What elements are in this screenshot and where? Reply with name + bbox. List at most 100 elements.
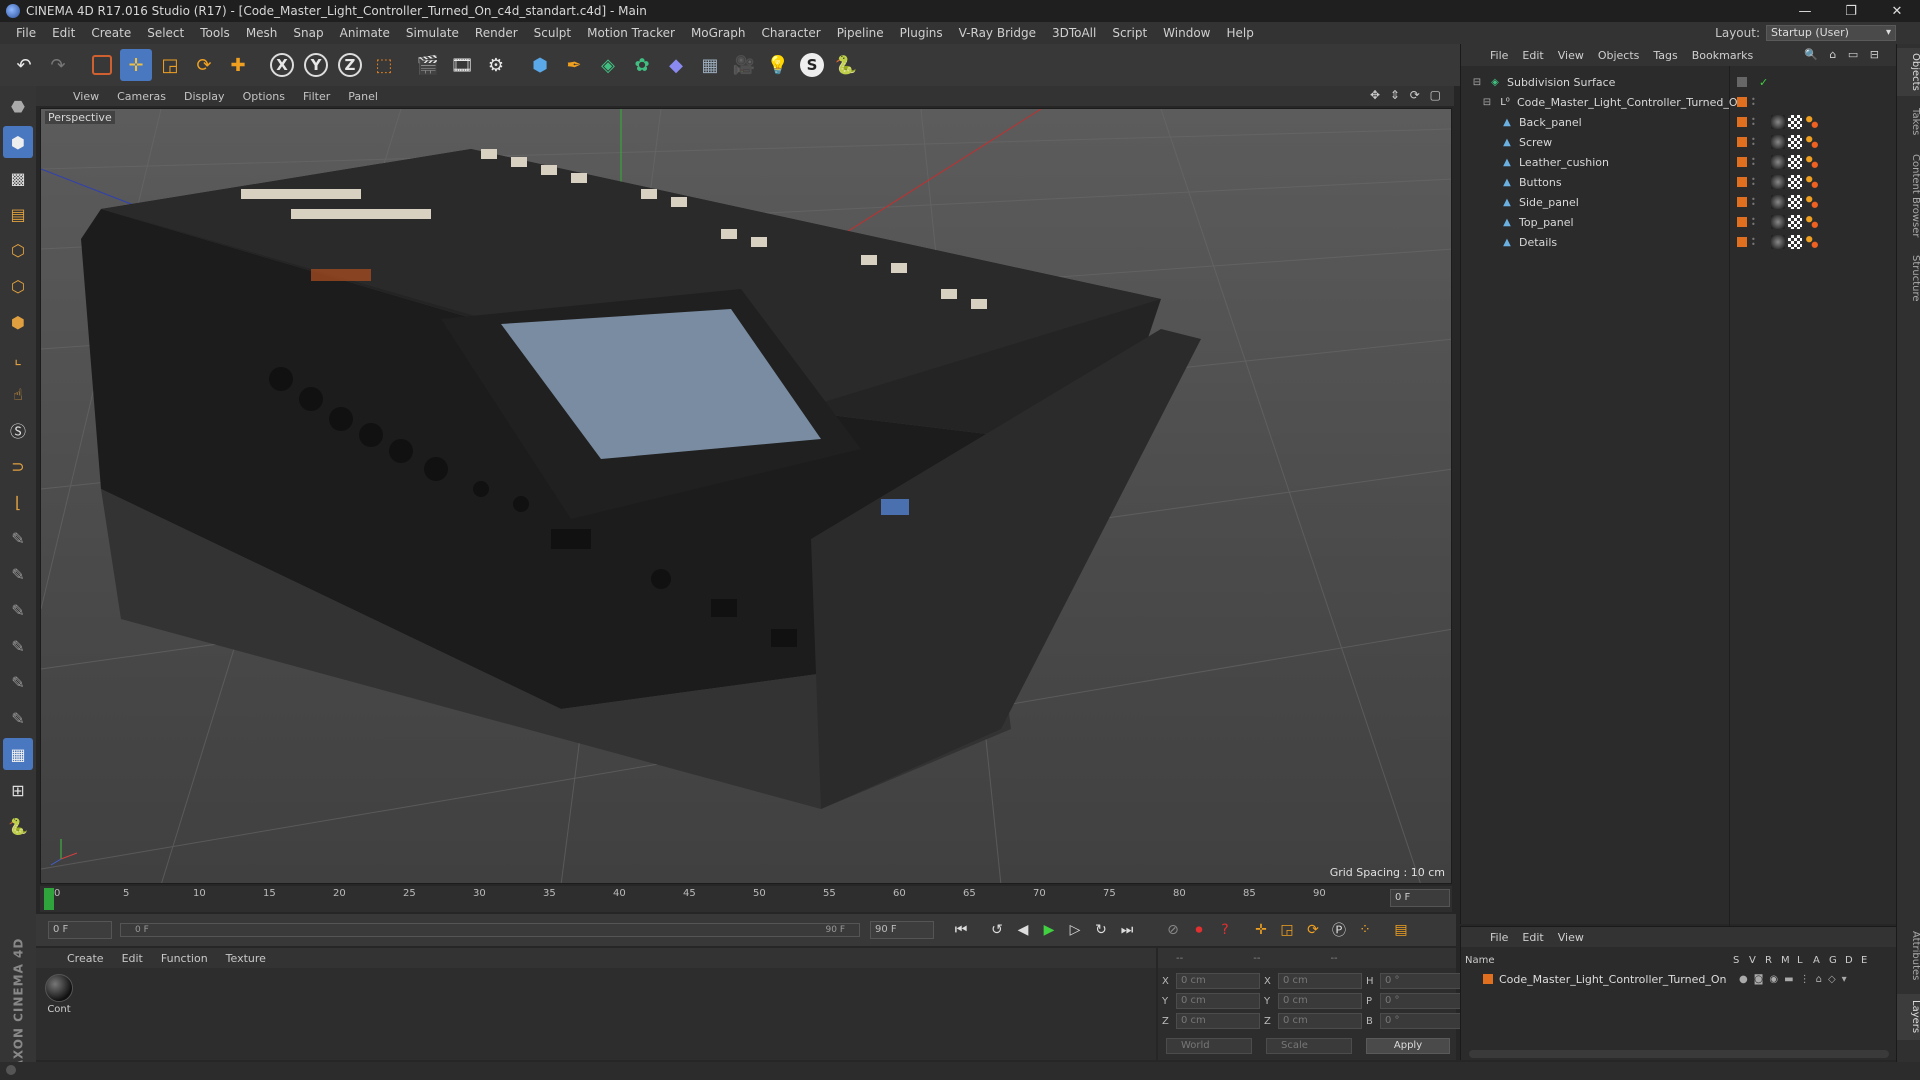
layer-scrollbar[interactable] xyxy=(1469,1050,1889,1058)
layer-color-swatch[interactable] xyxy=(1483,974,1493,984)
menu-mesh[interactable]: Mesh xyxy=(238,26,286,40)
axis-mode-icon[interactable]: ⌞ xyxy=(3,342,33,374)
light-icon[interactable]: 💡 xyxy=(762,49,794,81)
workplane-icon[interactable]: ▤ xyxy=(3,198,33,230)
menu-select[interactable]: Select xyxy=(139,26,192,40)
menu-motion-tracker[interactable]: Motion Tracker xyxy=(579,26,683,40)
magnet-icon[interactable]: ⊃ xyxy=(3,450,33,482)
position-y-field[interactable]: 0 cm xyxy=(1176,993,1260,1009)
selection-tag-icon[interactable] xyxy=(1805,115,1819,129)
solo-icon[interactable]: Ⓢ xyxy=(3,414,33,446)
x-axis-icon[interactable]: X xyxy=(266,49,298,81)
texture-tag-icon[interactable] xyxy=(1788,175,1802,189)
start-frame-field[interactable]: 0 F xyxy=(48,921,112,939)
pen-icon[interactable]: ✒ xyxy=(558,49,590,81)
floor-icon[interactable]: ▦ xyxy=(694,49,726,81)
move-axis-icon[interactable]: ✚ xyxy=(222,49,254,81)
size-x-field[interactable]: 0 cm xyxy=(1278,973,1362,989)
workplane-lock-icon[interactable]: ⊞ xyxy=(3,774,33,806)
key-position-icon[interactable]: ✛ xyxy=(1248,917,1274,943)
play-icon[interactable]: ▶ xyxy=(1036,917,1062,943)
layer-menu-file[interactable]: File xyxy=(1483,931,1515,944)
subdivision-icon[interactable]: ◈ xyxy=(592,49,624,81)
viewport-nav-icons[interactable]: ✥ ⇕ ⟳ ▢ xyxy=(1370,88,1444,102)
viewport-menu-cameras[interactable]: Cameras xyxy=(108,90,175,103)
texture-tag-icon[interactable] xyxy=(1788,235,1802,249)
next-frame-icon[interactable]: ▷ xyxy=(1062,917,1088,943)
sculpt-brush-1-icon[interactable]: ✎ xyxy=(3,522,33,554)
viewport-menu-panel[interactable]: Panel xyxy=(339,90,387,103)
visibility-dots[interactable]: • • xyxy=(1751,236,1756,249)
menu-plugins[interactable]: Plugins xyxy=(892,26,951,40)
menu-snap[interactable]: Snap xyxy=(285,26,331,40)
material-tag-icon[interactable] xyxy=(1771,115,1785,129)
object-row[interactable]: ▲ Buttons • • xyxy=(1461,172,1897,192)
key-rotation-icon[interactable]: ⟳ xyxy=(1300,917,1326,943)
layer-flag-icons[interactable]: ●◙◉▬⋮⌂◇▾ xyxy=(1739,974,1853,985)
y-axis-icon[interactable]: Y xyxy=(300,49,332,81)
viewport-menu-options[interactable]: Options xyxy=(234,90,294,103)
render-view-icon[interactable]: 🎬 xyxy=(412,49,444,81)
collapse-icon[interactable]: ⊟ xyxy=(1471,76,1483,88)
render-picture-viewer-icon[interactable]: 🎞 xyxy=(446,49,478,81)
material-tag-icon[interactable] xyxy=(1771,135,1785,149)
object-row[interactable]: ⊟ ◈ Subdivision Surface ✓ xyxy=(1461,72,1897,92)
end-frame-field[interactable]: 90 F xyxy=(870,921,934,939)
live-selection-icon[interactable] xyxy=(86,49,118,81)
object-manager-search-icon[interactable]: 🔍 ⌂ ▭ ⊟ xyxy=(1797,48,1890,61)
camera-icon[interactable]: 🎥 xyxy=(728,49,760,81)
material-menu-texture[interactable]: Texture xyxy=(217,952,275,965)
material-tag-icon[interactable] xyxy=(1771,235,1785,249)
collapse-icon[interactable]: ⊟ xyxy=(1481,96,1493,108)
object-row[interactable]: ▲ Back_panel • • xyxy=(1461,112,1897,132)
object-menu-file[interactable]: File xyxy=(1483,49,1515,62)
menu-file[interactable]: File xyxy=(8,26,44,40)
timeline-ruler[interactable]: 0 5 10 15 20 25 30 35 40 45 50 55 60 65 … xyxy=(40,886,1452,912)
material-item[interactable]: Cont xyxy=(42,974,76,1015)
material-tag-icon[interactable] xyxy=(1771,195,1785,209)
layer-menu-view[interactable]: View xyxy=(1551,931,1591,944)
sculpt-brush-6-icon[interactable]: ✎ xyxy=(3,702,33,734)
scale-icon[interactable]: ◲ xyxy=(154,49,186,81)
menu-edit[interactable]: Edit xyxy=(44,26,83,40)
object-row[interactable]: ▲ Side_panel • • xyxy=(1461,192,1897,212)
texture-tag-icon[interactable] xyxy=(1788,215,1802,229)
go-to-end-icon[interactable]: ⏭ xyxy=(1114,917,1140,943)
light-controller-model[interactable] xyxy=(81,149,1201,809)
menu-tools[interactable]: Tools xyxy=(192,26,238,40)
selection-tag-icon[interactable] xyxy=(1805,135,1819,149)
material-menu-edit[interactable]: Edit xyxy=(113,952,152,965)
timeline-playhead[interactable] xyxy=(44,888,54,910)
cube-icon[interactable]: ⬢ xyxy=(524,49,556,81)
edit-render-settings-icon[interactable]: ⚙ xyxy=(480,49,512,81)
viewport-menu-view[interactable]: View xyxy=(64,90,108,103)
key-parameter-icon[interactable]: Ⓟ xyxy=(1326,917,1352,943)
rotation-b-field[interactable]: 0 ° xyxy=(1380,1013,1464,1029)
object-menu-edit[interactable]: Edit xyxy=(1515,49,1550,62)
texture-tag-icon[interactable] xyxy=(1788,135,1802,149)
menu-3dtoall[interactable]: 3DToAll xyxy=(1044,26,1104,40)
vray-icon[interactable]: S xyxy=(796,49,828,81)
selection-tag-icon[interactable] xyxy=(1805,195,1819,209)
layer-row[interactable]: Code_Master_Light_Controller_Turned_On ●… xyxy=(1465,971,1893,987)
z-axis-icon[interactable]: Z xyxy=(334,49,366,81)
autokey-icon[interactable]: ⊘ xyxy=(1160,917,1186,943)
rotate-icon[interactable]: ⟳ xyxy=(188,49,220,81)
object-row[interactable]: ▲ Details • • xyxy=(1461,232,1897,252)
perspective-viewport[interactable]: Perspective Grid Spacing : 10 cm xyxy=(40,108,1452,884)
edges-mode-icon[interactable]: ⬡ xyxy=(3,270,33,302)
redo-icon[interactable]: ↷ xyxy=(42,49,74,81)
menu-create[interactable]: Create xyxy=(83,26,139,40)
python-icon[interactable]: 🐍 xyxy=(830,49,862,81)
menu-character[interactable]: Character xyxy=(753,26,828,40)
mograph-cloner-icon[interactable]: ✿ xyxy=(626,49,658,81)
polygons-mode-icon[interactable]: ⬢ xyxy=(3,306,33,338)
move-icon[interactable]: ✛ xyxy=(120,49,152,81)
snap-icon[interactable]: ⌊ xyxy=(3,486,33,518)
viewport-menu-display[interactable]: Display xyxy=(175,90,234,103)
object-menu-bookmarks[interactable]: Bookmarks xyxy=(1685,49,1760,62)
texture-tag-icon[interactable] xyxy=(1788,115,1802,129)
object-row[interactable]: ▲ Leather_cushion • • xyxy=(1461,152,1897,172)
scale-dropdown[interactable]: Scale xyxy=(1266,1038,1352,1054)
material-menu-create[interactable]: Create xyxy=(58,952,113,965)
